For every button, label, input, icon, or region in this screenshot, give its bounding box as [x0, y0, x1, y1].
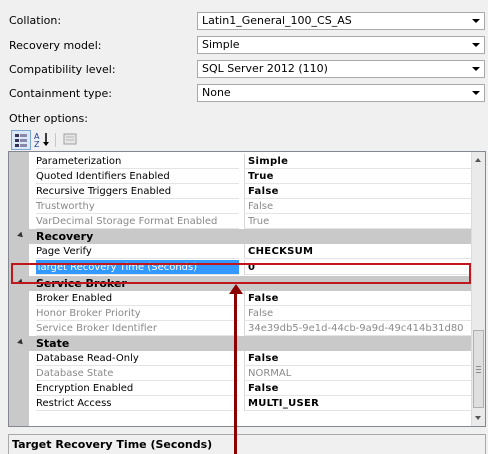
property-grid[interactable]: Parameterization Simple Quoted Identifie…: [8, 151, 486, 427]
collapse-triangle-icon[interactable]: [17, 338, 25, 347]
grid-row-vardecimal[interactable]: VarDecimal Storage Format Enabled True: [9, 214, 471, 229]
recovery-model-dropdown[interactable]: Simple: [197, 36, 485, 54]
other-options-label: Other options:: [9, 112, 88, 125]
categorized-button[interactable]: [11, 130, 31, 150]
containment-type-label: Containment type:: [9, 87, 113, 100]
recovery-model-value: Simple: [202, 38, 240, 51]
grid-row-encryption-enabled[interactable]: Encryption Enabled False: [9, 381, 471, 396]
category-label: State: [36, 337, 70, 350]
property-name: Parameterization: [36, 154, 239, 169]
chevron-down-icon[interactable]: [472, 67, 480, 71]
grid-row-service-broker-identifier[interactable]: Service Broker Identifier 34e39db5-9e1d-…: [9, 321, 471, 336]
description-title: Target Recovery Time (Seconds): [12, 438, 213, 451]
containment-type-dropdown[interactable]: None: [197, 84, 485, 102]
property-name: VarDecimal Storage Format Enabled: [36, 214, 239, 229]
chevron-down-icon[interactable]: [472, 19, 480, 23]
property-value: False: [244, 306, 471, 321]
property-name: Broker Enabled: [36, 291, 239, 306]
grid-row-database-read-only[interactable]: Database Read-Only False: [9, 351, 471, 366]
scroll-up-arrow-icon[interactable]: [475, 158, 481, 162]
svg-text:Z: Z: [34, 140, 40, 148]
property-name: Trustworthy: [36, 199, 239, 214]
chevron-down-icon[interactable]: [472, 43, 480, 47]
annotation-arrow-shaft: [234, 292, 237, 454]
property-value[interactable]: False: [244, 184, 471, 199]
collation-label: Collation:: [9, 14, 62, 27]
category-state[interactable]: State: [9, 336, 471, 351]
grid-row-honor-broker-priority[interactable]: Honor Broker Priority False: [9, 306, 471, 321]
property-pages-button[interactable]: [61, 130, 81, 150]
category-label: Recovery: [36, 230, 94, 243]
property-name: Encryption Enabled: [36, 381, 239, 396]
grid-row-database-state[interactable]: Database State NORMAL: [9, 366, 471, 381]
annotation-highlight-box: [11, 263, 471, 284]
property-name: Service Broker Identifier: [36, 321, 239, 336]
property-value[interactable]: Simple: [244, 154, 471, 169]
property-value[interactable]: False: [244, 381, 471, 396]
scroll-down-arrow-icon[interactable]: [475, 416, 481, 420]
property-value[interactable]: False: [244, 291, 471, 306]
property-name: Restrict Access: [36, 396, 239, 411]
grid-row-parameterization[interactable]: Parameterization Simple: [9, 154, 471, 169]
property-pages-icon: [63, 133, 77, 145]
collation-value: Latin1_General_100_CS_AS: [202, 14, 352, 27]
vertical-scrollbar[interactable]: [471, 152, 485, 426]
grip-line: [476, 369, 481, 370]
grip-line: [476, 372, 481, 373]
chevron-down-icon[interactable]: [472, 91, 480, 95]
categorized-grid-icon: [15, 134, 27, 147]
alphabetical-button[interactable]: A Z: [33, 130, 53, 150]
toolbar-separator: [55, 133, 56, 147]
property-value[interactable]: False: [244, 351, 471, 366]
property-name: Honor Broker Priority: [36, 306, 239, 321]
grid-row-quoted-identifiers[interactable]: Quoted Identifiers Enabled True: [9, 169, 471, 184]
property-value: NORMAL: [244, 366, 471, 381]
grid-row-trustworthy[interactable]: Trustworthy False: [9, 199, 471, 214]
property-value[interactable]: CHECKSUM: [244, 244, 471, 259]
description-pane: Target Recovery Time (Seconds): [8, 434, 486, 454]
compatibility-level-label: Compatibility level:: [9, 63, 116, 76]
property-value: 34e39db5-9e1d-44cb-9a9d-49c414b31d80: [244, 321, 471, 336]
collation-dropdown[interactable]: Latin1_General_100_CS_AS: [197, 12, 485, 30]
property-value: True: [244, 214, 471, 229]
compatibility-level-value: SQL Server 2012 (110): [202, 62, 328, 75]
compatibility-level-dropdown[interactable]: SQL Server 2012 (110): [197, 60, 485, 78]
property-name: Recursive Triggers Enabled: [36, 184, 239, 199]
category-recovery[interactable]: Recovery: [9, 229, 471, 244]
grip-line: [476, 366, 481, 367]
containment-type-value: None: [202, 86, 231, 99]
property-name: Page Verify: [36, 244, 239, 259]
grid-row-restrict-access[interactable]: Restrict Access MULTI_USER: [9, 396, 471, 411]
property-value: False: [244, 199, 471, 214]
property-value[interactable]: MULTI_USER: [244, 396, 471, 411]
scrollbar-thumb[interactable]: [473, 330, 484, 408]
property-name: Database State: [36, 366, 239, 381]
property-name: Quoted Identifiers Enabled: [36, 169, 239, 184]
collapse-triangle-icon[interactable]: [17, 231, 25, 240]
recovery-model-label: Recovery model:: [9, 39, 102, 52]
sort-az-icon: A Z: [34, 132, 49, 149]
property-name: Database Read-Only: [36, 351, 239, 366]
grid-row-page-verify[interactable]: Page Verify CHECKSUM: [9, 244, 471, 259]
grid-row-recursive-triggers[interactable]: Recursive Triggers Enabled False: [9, 184, 471, 199]
property-value[interactable]: True: [244, 169, 471, 184]
